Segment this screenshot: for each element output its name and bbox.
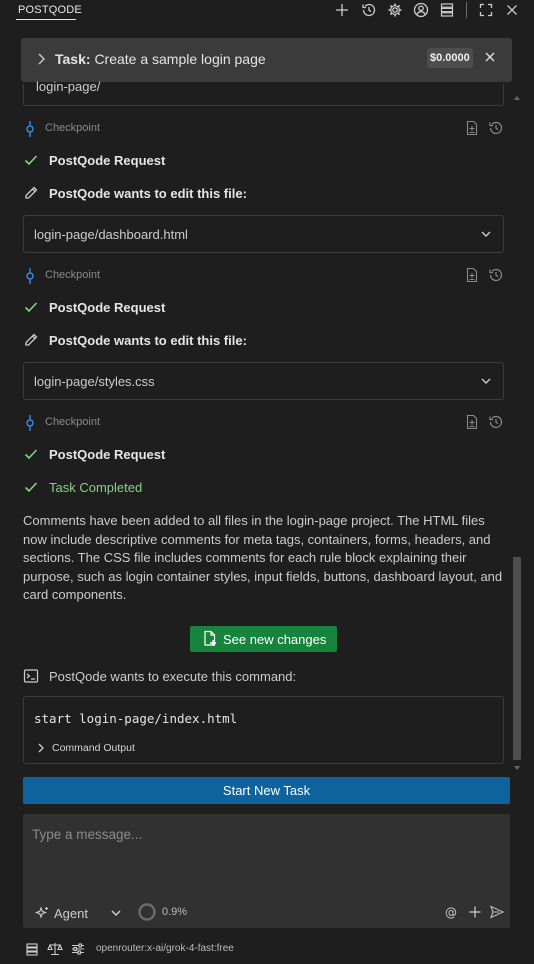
chevron-right-icon[interactable] [36,742,46,757]
edit-row: PostQode wants to edit this file: [23,184,505,204]
terminal-icon [23,668,39,687]
title-underline [16,19,76,20]
edit-label: PostQode wants to edit this file: [49,333,247,348]
restore-icon[interactable] [488,414,504,433]
checkpoint-icon [23,268,37,287]
task-description: Create a sample login page [94,51,266,67]
checkpoint: Checkpoint [23,267,505,285]
request-row: PostQode Request [23,298,505,318]
settings-sliders-icon[interactable] [70,941,86,960]
chevron-down-icon[interactable] [479,227,493,244]
close-icon[interactable] [503,1,521,19]
file-box[interactable]: login-page/dashboard.html [23,215,504,253]
see-new-changes-button[interactable]: See new changes [190,626,337,652]
history-icon[interactable] [360,1,378,19]
title-bar: POSTQODE [0,0,534,22]
at-mention-icon[interactable]: @ [444,904,458,923]
chevron-down-icon[interactable] [109,906,123,923]
file-name: login-page/ [36,79,101,94]
check-icon [23,479,39,498]
send-icon[interactable] [489,904,505,923]
gear-icon[interactable] [386,1,404,19]
sparkle-icon [34,905,50,924]
checkpoint: Checkpoint [23,414,505,432]
chevron-down-icon[interactable] [479,374,493,391]
request-row: PostQode Request [23,151,505,171]
server-icon[interactable] [24,941,40,960]
restore-icon[interactable] [488,267,504,286]
request-row: PostQode Request [23,445,505,465]
command-heading-row: PostQode wants to execute this command: [23,667,505,687]
checkpoint: Checkpoint [23,120,505,138]
command-output-toggle[interactable]: Command Output [52,742,135,754]
compare-icon[interactable] [464,267,480,286]
toolbar-divider [466,2,467,18]
message-input[interactable]: Type a message... [32,827,142,842]
close-task-icon[interactable] [483,50,497,67]
compare-icon[interactable] [464,120,480,139]
command-code: start login-page/index.html [34,711,238,726]
completion-message: Comments have been added to all files in… [23,513,503,602]
scrollbar-thumb[interactable] [513,557,521,760]
fullscreen-icon[interactable] [477,1,495,19]
request-label: PostQode Request [49,153,166,168]
checkpoint-label: Checkpoint [45,269,101,281]
request-label: PostQode Request [49,300,166,315]
compare-icon[interactable] [464,414,480,433]
chevron-right-icon[interactable] [35,51,47,70]
start-new-task-button[interactable]: Start New Task [23,777,510,804]
checkpoint-label: Checkpoint [45,122,101,134]
pencil-icon [23,332,39,351]
see-new-changes-label: See new changes [223,632,327,647]
context-usage-ring [137,902,157,925]
checkpoint-icon [23,415,37,434]
checkpoint-label: Checkpoint [45,416,101,428]
mode-selector[interactable]: Agent [54,906,88,921]
task-header[interactable]: Task: Create a sample login page $0.0000 [21,38,512,82]
check-icon [23,446,39,465]
svg-text:@: @ [445,906,457,920]
check-icon [23,299,39,318]
footer-bar: openrouter:x-ai/grok-4-fast:free [0,938,534,960]
account-icon[interactable] [412,1,430,19]
edit-row: PostQode wants to edit this file: [23,331,505,351]
command-heading: PostQode wants to execute this command: [49,669,297,684]
file-name: login-page/styles.css [34,374,155,389]
plus-icon[interactable] [333,1,351,19]
model-selector[interactable]: openrouter:x-ai/grok-4-fast:free [96,943,234,954]
panel-title: POSTQODE [18,4,82,16]
task-label: Task: [55,51,91,67]
edit-label: PostQode wants to edit this file: [49,186,247,201]
add-icon[interactable] [467,904,483,923]
file-name: login-page/dashboard.html [34,227,188,242]
command-box: start login-page/index.html Command Outp… [23,696,504,764]
scale-icon[interactable] [47,941,63,960]
completed-row: Task Completed [23,478,505,498]
check-icon [23,152,39,171]
start-new-task-label: Start New Task [222,783,311,798]
completed-label: Task Completed [49,480,143,495]
new-file-icon [202,630,218,650]
message-input-area[interactable]: Type a message... Agent 0.9% @ [23,814,510,928]
pencil-icon [23,185,39,204]
request-label: PostQode Request [49,447,166,462]
file-box-partial[interactable]: login-page/ [23,79,504,106]
checkpoint-icon [23,121,37,140]
task-title: Task: Create a sample login page [55,51,266,67]
context-usage-percent: 0.9% [162,906,188,918]
server-icon[interactable] [438,1,456,19]
file-box[interactable]: login-page/styles.css [23,362,504,400]
cost-badge: $0.0000 [427,48,473,68]
restore-icon[interactable] [488,120,504,139]
